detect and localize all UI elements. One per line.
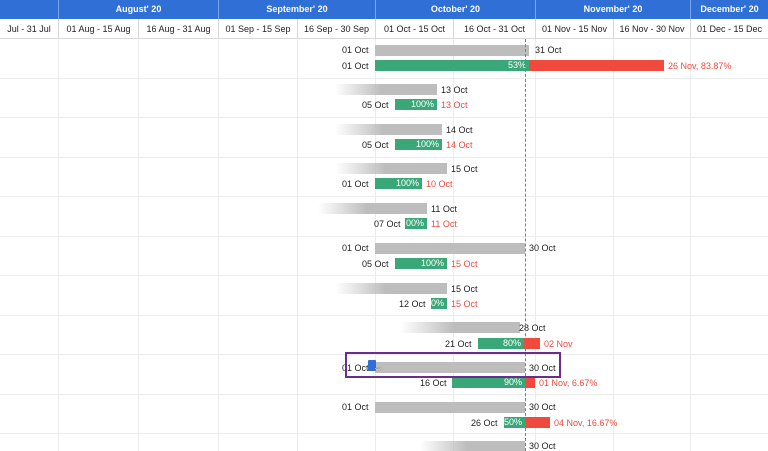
actual-start-label: 21 Oct	[445, 339, 472, 349]
plan-end-label: 30 Oct	[529, 441, 556, 451]
plan-end-label: 14 Oct	[446, 125, 473, 135]
actual-start-label: 16 Oct	[420, 378, 447, 388]
overdue-bar[interactable]	[524, 338, 540, 349]
period-header: 01 Aug - 15 Aug	[58, 19, 138, 39]
plan-end-label: 30 Oct	[529, 243, 556, 253]
plan-end-label: 15 Oct	[451, 284, 478, 294]
actual-progress-bar[interactable]: 50%	[504, 417, 525, 428]
actual-start-label: 12 Oct	[399, 299, 426, 309]
planned-bar[interactable]	[335, 124, 442, 135]
planned-bar[interactable]	[335, 163, 447, 174]
month-header: August' 20	[58, 0, 218, 19]
period-header: 16 Sep - 30 Sep	[297, 19, 375, 39]
month-header: December' 20	[690, 0, 768, 19]
row-divider	[0, 117, 768, 118]
actual-progress-bar[interactable]: 100%	[395, 258, 447, 269]
planned-bar[interactable]	[400, 322, 520, 333]
plan-end-label: 31 Oct	[535, 45, 562, 55]
month-header: September' 20	[218, 0, 375, 19]
grid-line	[138, 39, 139, 451]
actual-start-label: 01 Oct	[342, 179, 369, 189]
row-divider	[0, 157, 768, 158]
period-header: 01 Nov - 15 Nov	[535, 19, 613, 39]
month-header: October' 20	[375, 0, 535, 19]
row-divider	[0, 236, 768, 237]
planned-bar[interactable]	[375, 243, 525, 254]
actual-start-label: 07 Oct	[374, 219, 401, 229]
planned-bar[interactable]	[375, 45, 529, 56]
grid-line	[218, 39, 219, 451]
actual-progress-bar[interactable]: 100%	[375, 178, 422, 189]
period-header: 01 Sep - 15 Sep	[218, 19, 297, 39]
grid-line	[690, 39, 691, 451]
period-header: 16 Nov - 30 Nov	[613, 19, 690, 39]
actual-progress-bar[interactable]: 80%	[478, 338, 524, 349]
row-divider	[0, 275, 768, 276]
plan-end-label: 11 Oct	[431, 204, 457, 214]
overdue-label: 13 Oct	[441, 100, 468, 110]
row-divider	[0, 196, 768, 197]
actual-start-label: 26 Oct	[471, 418, 498, 428]
overdue-label: 01 Nov, 6.67%	[539, 378, 598, 388]
overdue-label: 15 Oct	[451, 299, 478, 309]
row-divider	[0, 433, 768, 434]
plan-end-label: 28 Oct	[519, 323, 546, 333]
period-header: 16 Oct - 31 Oct	[453, 19, 535, 39]
today-marker-line	[525, 39, 526, 451]
overdue-label: 11 Oct	[431, 219, 457, 229]
period-header: 16 Aug - 31 Aug	[138, 19, 218, 39]
overdue-bar[interactable]	[529, 60, 664, 71]
overdue-bar[interactable]	[525, 377, 535, 388]
row-divider	[0, 78, 768, 79]
period-header: Jul - 31 Jul	[7, 24, 51, 34]
row-divider	[0, 315, 768, 316]
period-header: 01 Dec - 15 Dec	[690, 19, 768, 39]
plan-end-label: 15 Oct	[451, 164, 478, 174]
plan-end-label: 13 Oct	[441, 85, 468, 95]
planned-bar[interactable]	[420, 441, 525, 451]
planned-bar[interactable]	[335, 84, 437, 95]
grid-line	[58, 39, 59, 451]
overdue-label: 04 Nov, 16.67%	[554, 418, 618, 428]
planned-bar[interactable]	[335, 283, 447, 294]
planned-bar[interactable]	[318, 203, 427, 214]
actual-start-label: 05 Oct	[362, 259, 389, 269]
row-divider	[0, 394, 768, 395]
actual-progress-bar[interactable]: 00%	[405, 218, 427, 229]
month-header-row: August' 20 September' 20 October' 20 Nov…	[0, 0, 768, 19]
grid-line	[613, 39, 614, 451]
overdue-label: 02 Nov	[544, 339, 573, 349]
actual-progress-bar[interactable]: 100%	[395, 139, 442, 150]
overdue-label: 15 Oct	[451, 259, 478, 269]
period-header-row: Jul - 31 Jul 01 Aug - 15 Aug 16 Aug - 31…	[0, 19, 768, 39]
actual-progress-bar[interactable]: 0%	[431, 298, 447, 309]
actual-progress-bar[interactable]: 90%	[452, 377, 525, 388]
plan-end-label: 30 Oct	[529, 402, 556, 412]
grid-line	[297, 39, 298, 451]
overdue-label: 26 Nov, 83.87%	[668, 61, 732, 71]
plan-start-label: 01 Oct	[342, 402, 369, 412]
actual-start-label: 05 Oct	[362, 100, 389, 110]
actual-progress-bar[interactable]: 53%	[375, 60, 529, 71]
overdue-bar[interactable]	[525, 417, 550, 428]
planned-bar[interactable]	[375, 402, 525, 413]
overdue-label: 10 Oct	[426, 179, 453, 189]
overdue-label: 14 Oct	[446, 140, 473, 150]
actual-progress-bar[interactable]: 100%	[395, 99, 437, 110]
move-cursor-icon: ⇔	[373, 363, 383, 374]
gantt-chart: August' 20 September' 20 October' 20 Nov…	[0, 0, 768, 451]
plan-start-label: 01 Oct	[342, 45, 369, 55]
plan-start-label: 01 Oct	[342, 243, 369, 253]
period-header: 01 Oct - 15 Oct	[375, 19, 453, 39]
actual-start-label: 01 Oct	[342, 61, 369, 71]
actual-start-label: 05 Oct	[362, 140, 389, 150]
month-header: November' 20	[535, 0, 690, 19]
